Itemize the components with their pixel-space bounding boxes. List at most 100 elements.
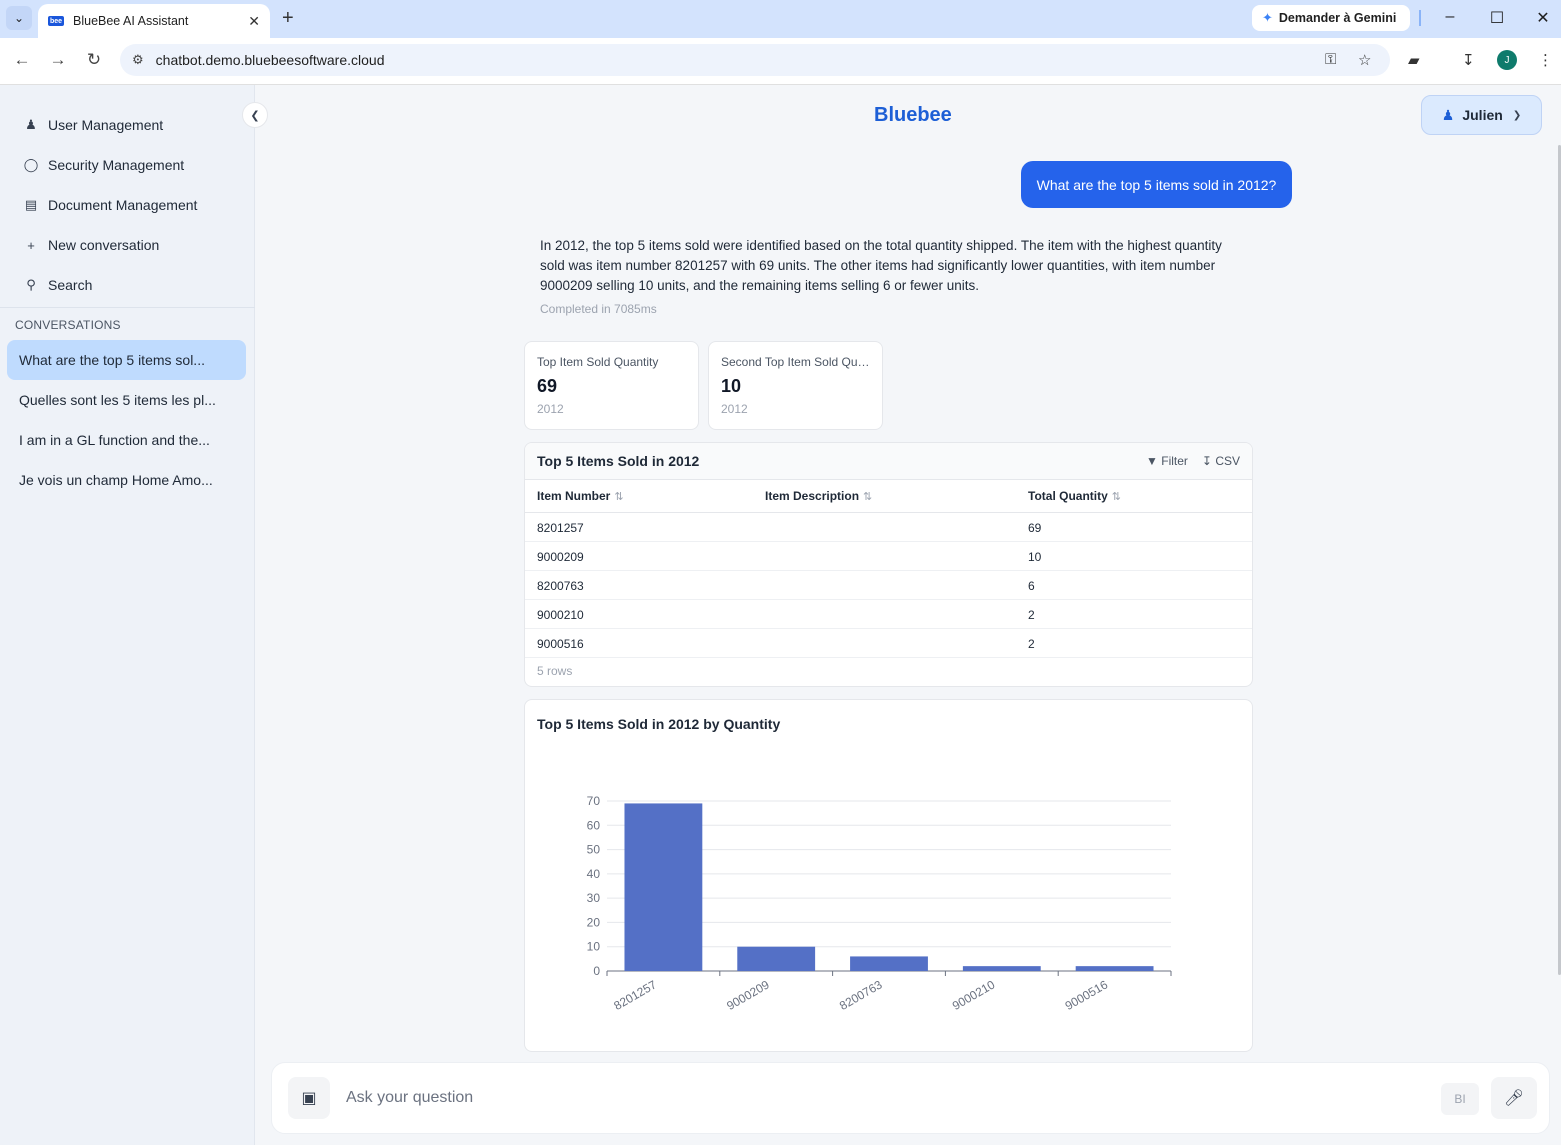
bar-chart: 0 10 20 30 40 50 60 70 8201257 9000209 8200763 9000… <box>587 794 1172 1013</box>
sidebar-item-label: Document Management <box>48 197 198 213</box>
tab-search-button[interactable]: ⌄ <box>6 6 32 30</box>
bi-mode-button[interactable]: BI <box>1441 1083 1479 1115</box>
sidebar-divider <box>0 307 255 308</box>
cell-item-number: 9000210 <box>537 608 584 622</box>
y-tick-label: 40 <box>587 867 601 881</box>
chevron-left-icon: ❮ <box>250 109 260 122</box>
csv-export-button[interactable]: ↧ CSV <box>1202 454 1240 468</box>
column-header-label: Total Quantity <box>1028 489 1108 503</box>
browser-tab-active[interactable]: bee BlueBee AI Assistant ✕ <box>38 4 270 38</box>
kpi-card-top-item: Top Item Sold Quantity 69 2012 <box>524 341 699 430</box>
conversation-item[interactable]: Je vois un champ Home Amo... <box>7 460 246 500</box>
assistant-answer: In 2012, the top 5 items sold were ident… <box>540 238 1222 293</box>
cell-total-quantity: 2 <box>1028 608 1035 622</box>
profile-avatar[interactable]: J <box>1497 50 1517 70</box>
table-title: Top 5 Items Sold in 2012 <box>537 453 700 469</box>
microphone-button[interactable]: 🎤︎ <box>1491 1077 1537 1119</box>
cell-total-quantity: 10 <box>1028 550 1042 564</box>
sidebar-item-user-management[interactable]: ♟ User Management <box>0 105 254 145</box>
forward-arrow-icon[interactable]: → <box>48 50 68 70</box>
sidebar-item-search[interactable]: ⚲ Search <box>0 265 254 305</box>
cell-total-quantity: 2 <box>1028 637 1035 651</box>
column-header-item-number[interactable]: Item Number ⇅ <box>537 489 624 503</box>
kpi-subtitle: 2012 <box>721 402 748 416</box>
user-menu-button[interactable]: ♟ Julien ❯ <box>1421 95 1542 135</box>
kpi-label: Top Item Sold Quantity <box>537 355 659 369</box>
sidebar: ♟ User Management ◯ Security Management … <box>0 85 255 1145</box>
maximize-icon[interactable]: ☐ <box>1487 8 1507 28</box>
y-tick-label: 0 <box>593 964 600 978</box>
sort-icon: ⇅ <box>614 491 624 503</box>
reload-icon[interactable]: ↻ <box>84 50 104 70</box>
bar <box>1075 966 1154 971</box>
attach-image-button[interactable]: ▣ <box>288 1077 330 1119</box>
extensions-puzzle-icon[interactable]: ▰ <box>1408 51 1420 69</box>
cell-item-number: 9000516 <box>537 637 584 651</box>
sort-icon: ⇅ <box>863 491 873 503</box>
table-row: 9000210 2 <box>525 600 1252 629</box>
x-tick-label: 8200763 <box>837 977 885 1013</box>
browser-tabbar: ⌄ bee BlueBee AI Assistant ✕ + ✦ Demande… <box>0 0 1561 38</box>
column-header-total-quantity[interactable]: Total Quantity ⇅ <box>1028 489 1121 503</box>
collapse-sidebar-button[interactable]: ❮ <box>242 102 268 128</box>
brand-title: Bluebee <box>874 104 952 126</box>
gemini-sparkle-icon: ✦ <box>1262 10 1273 25</box>
sidebar-nav: ♟ User Management ◯ Security Management … <box>0 85 254 305</box>
table-row: 9000516 2 <box>525 629 1252 658</box>
conversation-list: What are the top 5 items sol... Quelles … <box>7 340 246 500</box>
filter-icon: ▼ <box>1146 454 1158 468</box>
sidebar-item-label: Security Management <box>48 157 185 173</box>
y-tick-label: 10 <box>587 940 601 954</box>
tab-title: BlueBee AI Assistant <box>73 14 189 28</box>
x-tick-label: 9000516 <box>1063 977 1111 1013</box>
sidebar-item-new-conversation[interactable]: + New conversation <box>0 225 254 265</box>
url-text: chatbot.demo.bluebeesoftware.cloud <box>155 52 385 68</box>
close-icon[interactable]: ✕ <box>248 13 260 30</box>
cell-total-quantity: 6 <box>1028 579 1035 593</box>
question-input-bar: ▣ BI 🎤︎ <box>271 1062 1550 1134</box>
back-arrow-icon[interactable]: ← <box>12 50 32 70</box>
csv-label: CSV <box>1215 454 1240 468</box>
new-tab-button[interactable]: + <box>282 8 294 28</box>
plus-icon: + <box>27 237 35 253</box>
address-bar[interactable]: ⚙ chatbot.demo.bluebeesoftware.cloud <box>120 44 1390 76</box>
bar <box>962 966 1041 971</box>
cell-item-number: 8200763 <box>537 579 584 593</box>
y-tick-label: 70 <box>587 794 601 808</box>
more-vertical-icon[interactable]: ⋮ <box>1538 51 1553 69</box>
kpi-value: 10 <box>721 376 742 396</box>
conversation-item[interactable]: Quelles sont les 5 items les pl... <box>7 380 246 420</box>
shield-icon: ◯ <box>23 157 39 172</box>
sidebar-item-label: New conversation <box>48 237 160 253</box>
browser-toolbar: ← → ↻ ⚙ chatbot.demo.bluebeesoftware.clo… <box>0 38 1561 85</box>
conversations-heading: CONVERSATIONS <box>15 318 121 332</box>
x-tick-label: 9000209 <box>724 977 772 1013</box>
table-row: 8200763 6 <box>525 571 1252 600</box>
question-input[interactable] <box>346 1083 1426 1113</box>
filter-button[interactable]: ▼ Filter <box>1146 454 1188 468</box>
window-close-icon[interactable]: ✕ <box>1533 8 1553 28</box>
minimize-icon[interactable]: – <box>1440 8 1460 26</box>
download-icon: ↧ <box>1201 454 1212 468</box>
toolbar-separator <box>1419 10 1421 26</box>
conversation-item[interactable]: I am in a GL function and the... <box>7 420 246 460</box>
kpi-value: 69 <box>537 376 558 396</box>
site-settings-icon[interactable]: ⚙ <box>132 52 144 68</box>
user-name: Julien <box>1462 107 1503 123</box>
sidebar-item-document-management[interactable]: ▤ Document Management <box>0 185 254 225</box>
column-header-item-description[interactable]: Item Description ⇅ <box>765 489 872 503</box>
plus-icon: + <box>282 7 294 29</box>
document-icon: ▤ <box>24 197 38 212</box>
sidebar-item-label: Search <box>48 277 93 293</box>
conversation-item-active[interactable]: What are the top 5 items sol... <box>7 340 246 380</box>
bar <box>850 956 928 971</box>
key-icon[interactable]: ⚿ <box>1325 51 1336 68</box>
download-icon[interactable]: ↧ <box>1462 51 1475 69</box>
y-tick-label: 20 <box>587 915 601 929</box>
sidebar-item-security-management[interactable]: ◯ Security Management <box>0 145 254 185</box>
gemini-button[interactable]: ✦ Demander à Gemini <box>1252 5 1410 31</box>
table-header-bar: Top 5 Items Sold in 2012 ▼ Filter ↧ CSV <box>525 443 1252 480</box>
user-message-bubble: What are the top 5 items sold in 2012? <box>1021 161 1292 208</box>
star-bookmark-icon[interactable]: ☆ <box>1358 51 1371 69</box>
users-icon: ♟ <box>25 117 37 132</box>
